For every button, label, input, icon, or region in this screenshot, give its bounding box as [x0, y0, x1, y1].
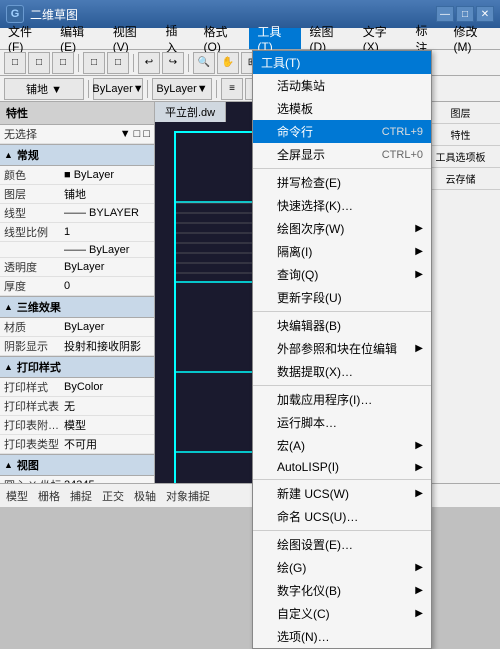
menu-customize[interactable]: 自定义(C) ▶ [253, 602, 431, 625]
toolbar-undo[interactable]: ↩ [138, 52, 160, 74]
properties-panel: 特性 无选择 ▼ □ □ ▲ 常规 颜色 ■ ByLayer 图层 铺地 线型 … [0, 102, 155, 483]
toolbar-sep-2 [133, 54, 134, 72]
tablet-arrow: ▶ [415, 562, 423, 573]
status-osnap[interactable]: 对象捕捉 [166, 488, 210, 504]
no-selection-row: 无选择 ▼ □ □ [0, 125, 154, 144]
menu-edit[interactable]: 编辑(E) [52, 28, 105, 49]
close-button[interactable]: ✕ [476, 6, 494, 22]
status-ortho[interactable]: 正交 [102, 488, 124, 504]
prop-print-style: 打印样式 ByColor [0, 378, 154, 397]
menu-drawing-settings[interactable]: 绘图设置(E)… [253, 533, 431, 556]
menu-format[interactable]: 格式(O) [195, 28, 249, 49]
toolbar2-copy[interactable]: ⧉ [269, 78, 291, 100]
toolbar-zoom[interactable]: 🔍 [193, 52, 215, 74]
prop-linetype: 线型 —— BYLAYER [0, 204, 154, 223]
menu-file[interactable]: 文件(F) [0, 28, 52, 49]
menu-named-ucs[interactable]: 命名 UCS(U)… [253, 505, 431, 528]
right-panel-cloudstorage[interactable]: 云存储 [421, 168, 500, 190]
prop-print-table: 打印样式表 无 [0, 397, 154, 416]
status-grid[interactable]: 栅格 [38, 488, 60, 504]
toolbar-open[interactable]: □ [28, 52, 50, 74]
menu-digitize[interactable]: 数字化仪(B) ▶ [253, 579, 431, 602]
menu-sep-5 [253, 530, 431, 531]
prop-print-attach: 打印表附… 模型 [0, 416, 154, 435]
right-panel-layers[interactable]: 图层 [421, 102, 500, 124]
prop-color: 颜色 ■ ByLayer [0, 166, 154, 185]
right-panel-toolpalettes[interactable]: 工具选项板 [421, 146, 500, 168]
right-panel-properties[interactable]: 特性 [421, 124, 500, 146]
svg-text:15.32: 15.32 [365, 171, 388, 181]
toolbar2-sep-2 [147, 80, 148, 98]
menu-insert[interactable]: 插入 [157, 28, 195, 49]
menu-text[interactable]: 文字(X) [355, 28, 408, 49]
menu-view[interactable]: 视图(V) [105, 28, 158, 49]
menu-modify[interactable]: 修改(M) [446, 28, 500, 49]
prop-thickness: 厚度 0 [0, 277, 154, 296]
status-polar[interactable]: 极轴 [134, 488, 156, 504]
minimize-button[interactable]: — [436, 6, 454, 22]
section-3d[interactable]: ▲ 三维效果 [0, 296, 154, 318]
right-panel: 图层 特性 工具选项板 云存储 [420, 102, 500, 483]
digitize-arrow: ▶ [415, 585, 423, 596]
view-collapse-icon: ▲ [4, 460, 13, 470]
toolbar-sep-4 [267, 54, 268, 72]
section-view[interactable]: ▲ 视图 [0, 454, 154, 476]
toolbar2-color[interactable]: ByLayer▼ [93, 78, 143, 100]
toolbar2-match[interactable]: ≡ [221, 78, 243, 100]
toolbar-save[interactable]: □ [52, 52, 74, 74]
toolbar2-linetype[interactable]: ByLayer▼ [152, 78, 212, 100]
svg-text:次卧: 次卧 [370, 157, 390, 170]
toolbar-redo[interactable]: ↪ [162, 52, 184, 74]
main-area: 特性 无选择 ▼ □ □ ▲ 常规 颜色 ■ ByLayer 图层 铺地 线型 … [0, 102, 500, 483]
toolbar-new[interactable]: □ [4, 52, 26, 74]
print-collapse-icon: ▲ [4, 362, 13, 372]
toolbar-window[interactable]: ⊞ [241, 52, 263, 74]
toolbar2-layer[interactable]: 铺地 ▼ [4, 78, 84, 100]
section-general[interactable]: ▲ 常规 [0, 144, 154, 166]
toolbar-sep-3 [188, 54, 189, 72]
toolbar2-sep-1 [88, 80, 89, 98]
status-model[interactable]: 模型 [6, 488, 28, 504]
toolbar-preview[interactable]: □ [107, 52, 129, 74]
title-bar-text: 二维草图 [30, 6, 436, 23]
iro-label: IRo [272, 56, 299, 70]
toolbar-row-2: 铺地 ▼ ByLayer▼ ByLayer▼ ≡ ✥ ⧉ [0, 76, 500, 102]
svg-text:上空: 上空 [375, 312, 395, 325]
menu-draw[interactable]: 绘图(D) [301, 28, 354, 49]
prop-material: 材质 ByLayer [0, 318, 154, 337]
menu-tools[interactable]: 工具(T) [249, 28, 301, 49]
prop-shadow: 阴影显示 投射和接收阴影 [0, 337, 154, 356]
toolbar2-move[interactable]: ✥ [245, 78, 267, 100]
svg-text:上5: 上5 [375, 243, 391, 255]
prop-linescale: 线型比例 1 [0, 223, 154, 242]
prop-cx: 圆心 X 坐标 24345 [0, 476, 154, 483]
app-icon: G [6, 5, 24, 23]
toolbar2-sep-3 [216, 80, 217, 98]
3d-collapse-icon: ▲ [4, 302, 13, 312]
menu-bar: 文件(F) 编辑(E) 视图(V) 插入 格式(O) 工具(T) 绘图(D) 文… [0, 28, 500, 50]
menu-tablet[interactable]: 绘(G) ▶ [253, 556, 431, 579]
toolbar-sep-1 [78, 54, 79, 72]
prop-layer: 图层 铺地 [0, 185, 154, 204]
menu-options[interactable]: 选项(N)… [253, 625, 431, 648]
toolbar-pan[interactable]: ✋ [217, 52, 239, 74]
prop-lineweight: —— ByLayer [0, 242, 154, 258]
properties-title: 特性 [0, 102, 154, 125]
section-print[interactable]: ▲ 打印样式 [0, 356, 154, 378]
customize-arrow: ▶ [415, 608, 423, 619]
prop-transparency: 透明度 ByLayer [0, 258, 154, 277]
drawing-tab[interactable]: 平立剖.dw [155, 102, 226, 123]
status-snap[interactable]: 捕捉 [70, 488, 92, 504]
general-collapse-icon: ▲ [4, 150, 13, 160]
drawing-area[interactable]: 平立剖.dw 16900 [155, 102, 420, 483]
toolbar-print[interactable]: □ [83, 52, 105, 74]
prop-print-type: 打印表类型 不可用 [0, 435, 154, 454]
status-bar: 模型 栅格 捕捉 正交 极轴 对象捕捉 [0, 483, 500, 507]
floor-plan-svg: 16900 [155, 122, 420, 483]
menu-annotate[interactable]: 标注 [407, 28, 445, 49]
svg-text:12.75m: 12.75m [365, 256, 395, 266]
maximize-button[interactable]: □ [456, 6, 474, 22]
title-bar-controls: — □ ✕ [436, 6, 494, 22]
